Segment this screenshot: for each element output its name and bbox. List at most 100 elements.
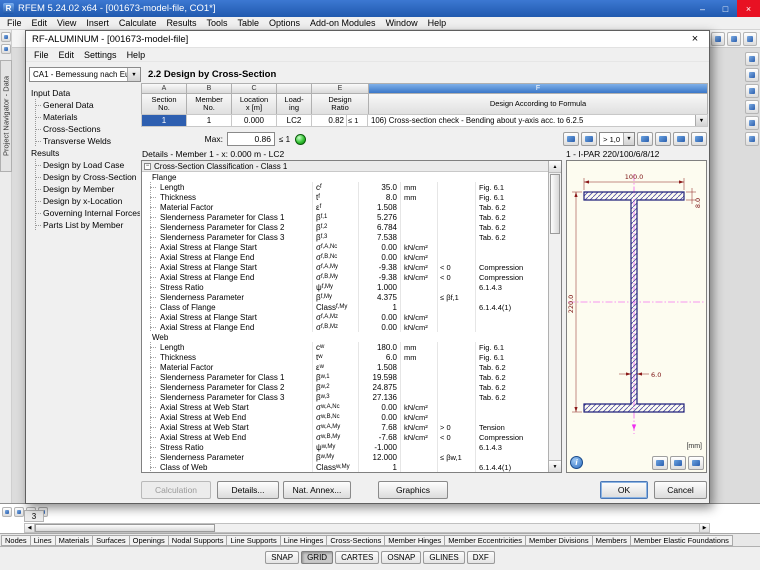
detail-row[interactable]: Class of WebClassw,My16.1.4.4(1) <box>142 462 548 472</box>
table-tab-member-divisions[interactable]: Member Divisions <box>525 535 593 546</box>
navigator-views-tab-icon[interactable] <box>1 44 11 54</box>
menu-insert[interactable]: Insert <box>81 18 114 28</box>
detail-row[interactable]: Slenderness Parameter for Class 1βf,15.2… <box>142 212 548 222</box>
pan-icon[interactable] <box>745 68 759 82</box>
cell-section-no[interactable]: 1 <box>141 114 187 127</box>
status-toggle-dxf[interactable]: DXF <box>467 551 495 564</box>
detail-row[interactable]: Slenderness Parameter for Class 2βf,26.7… <box>142 222 548 232</box>
table-tab-openings[interactable]: Openings <box>129 535 169 546</box>
design-case-select[interactable]: CA1 - Bemessung nach Eurocode ▼ <box>29 67 141 82</box>
table-row-header[interactable]: 3 <box>24 510 44 522</box>
result-colors-icon[interactable] <box>563 132 579 146</box>
section-info-button[interactable]: i <box>570 456 583 469</box>
undo-icon[interactable] <box>711 32 725 46</box>
status-toggle-snap[interactable]: SNAP <box>265 551 299 564</box>
table-tab-member-elastic-foundations[interactable]: Member Elastic Foundations <box>630 535 733 546</box>
grid-toggle-icon[interactable] <box>745 116 759 130</box>
tree-item-transverse-welds[interactable]: Transverse Welds <box>29 135 140 147</box>
menu-window[interactable]: Window <box>381 18 423 28</box>
detail-row[interactable]: Axial Stress at Web Endσw,B,My-7.68kN/cm… <box>142 432 548 442</box>
details-root-row[interactable]: −Cross-Section Classification - Class 1 <box>142 161 548 172</box>
dialog-menu-edit[interactable]: Edit <box>54 50 80 60</box>
table-tab-materials[interactable]: Materials <box>55 535 93 546</box>
scrollbar-track[interactable] <box>549 235 561 460</box>
axes-icon[interactable] <box>670 456 686 470</box>
cell-formula[interactable]: 106) Cross-section check - Bending about… <box>367 114 708 127</box>
status-toggle-glines[interactable]: GLINES <box>423 551 464 564</box>
result-table-row[interactable]: 1 1 0.000 LC2 0.82 ≤ 1 106) Cross-sectio… <box>141 114 707 127</box>
project-navigator-tab[interactable]: Project Navigator - Data <box>0 60 12 172</box>
relation-scale-icon[interactable] <box>581 132 597 146</box>
detail-row[interactable]: Axial Stress at Flange Endσf,B,My-9.38kN… <box>142 272 548 282</box>
dialog-titlebar[interactable]: RF-ALUMINUM - [001673-model-file] × <box>26 31 709 48</box>
menu-table[interactable]: Table <box>232 18 264 28</box>
detail-group-row[interactable]: Web <box>142 332 548 342</box>
detail-row[interactable]: Slenderness Parameterβw,My12.000≤ βw,1 <box>142 452 548 462</box>
tree-item-general-data[interactable]: General Data <box>29 99 140 111</box>
cell-design-ratio[interactable]: 0.82 <box>311 114 347 127</box>
threshold-select[interactable]: > 1,0▼ <box>599 132 635 146</box>
detail-row[interactable]: Material Factorεw1.508Tab. 6.2 <box>142 362 548 372</box>
dropdown-icon[interactable]: ▼ <box>127 68 140 81</box>
table-tab-members[interactable]: Members <box>592 535 631 546</box>
status-toggle-osnap[interactable]: OSNAP <box>381 551 421 564</box>
scrollbar-thumb[interactable] <box>35 524 215 532</box>
menu-edit[interactable]: Edit <box>27 18 53 28</box>
scroll-down-icon[interactable]: ▼ <box>549 460 561 472</box>
table-horizontal-scrollbar[interactable]: ◀ ▶ <box>24 523 710 533</box>
detail-group-row[interactable]: Flange <box>142 172 548 182</box>
view-3d-icon[interactable] <box>745 100 759 114</box>
close-button[interactable]: × <box>737 0 760 17</box>
scroll-right-icon[interactable]: ▶ <box>699 524 709 532</box>
tree-item-design-by-cross-section[interactable]: Design by Cross-Section <box>29 171 140 183</box>
table-first-icon[interactable] <box>2 507 12 517</box>
detail-row[interactable]: Axial Stress at Web Startσw,A,My7.68kN/c… <box>142 422 548 432</box>
table-tab-nodal-supports[interactable]: Nodal Supports <box>168 535 228 546</box>
dialog-menu-help[interactable]: Help <box>122 50 151 60</box>
detail-row[interactable]: Thicknesstf8.0mmFig. 6.1 <box>142 192 548 202</box>
table-tab-cross-sections[interactable]: Cross-Sections <box>326 535 385 546</box>
tree-item-governing-internal-forces-by-member[interactable]: Governing Internal Forces by Member <box>29 207 140 219</box>
menu-file[interactable]: File <box>2 18 27 28</box>
detail-row[interactable]: Axial Stress at Flange Startσf,A,Mz0.00k… <box>142 312 548 322</box>
navigator-data-tab-icon[interactable] <box>1 32 11 42</box>
tree-item-design-by-load-case[interactable]: Design by Load Case <box>29 159 140 171</box>
tree-item-design-by-x-location[interactable]: Design by x-Location <box>29 195 140 207</box>
status-toggle-grid[interactable]: GRID <box>301 551 333 564</box>
export-icon[interactable] <box>691 132 707 146</box>
scroll-left-icon[interactable]: ◀ <box>25 524 35 532</box>
dialog-menu-settings[interactable]: Settings <box>79 50 122 60</box>
table-tab-line-supports[interactable]: Line Supports <box>226 535 280 546</box>
collapse-icon[interactable]: − <box>144 163 151 170</box>
detail-row[interactable]: Slenderness Parameter for Class 3βf,37.5… <box>142 232 548 242</box>
tree-header-results[interactable]: Results <box>29 147 140 159</box>
menu-calculate[interactable]: Calculate <box>114 18 162 28</box>
sort-icon[interactable] <box>655 132 671 146</box>
table-prev-icon[interactable] <box>14 507 24 517</box>
scrollbar-thumb[interactable] <box>550 174 560 234</box>
detail-row[interactable]: Stress Ratioψw,My-1.0006.1.4.3 <box>142 442 548 452</box>
menu-add-on-modules[interactable]: Add-on Modules <box>305 18 381 28</box>
detail-row[interactable]: Axial Stress at Flange Endσf,B,Nc0.00kN/… <box>142 252 548 262</box>
dropdown-icon[interactable]: ▼ <box>623 133 634 145</box>
detail-row[interactable]: Axial Stress at Flange Startσf,A,My-9.38… <box>142 262 548 272</box>
detail-row[interactable]: Slenderness Parameterβf,My4.375≤ βf,1 <box>142 292 548 302</box>
menu-results[interactable]: Results <box>161 18 201 28</box>
snap-toggle-icon[interactable] <box>745 132 759 146</box>
filter-icon[interactable] <box>637 132 653 146</box>
detail-row[interactable]: Slenderness Parameter for Class 1βw,119.… <box>142 372 548 382</box>
table-tab-nodes[interactable]: Nodes <box>1 535 31 546</box>
dialog-menu-file[interactable]: File <box>29 50 54 60</box>
tree-item-cross-sections[interactable]: Cross-Sections <box>29 123 140 135</box>
detail-row[interactable]: Thicknesstw6.0mmFig. 6.1 <box>142 352 548 362</box>
table-tab-lines[interactable]: Lines <box>30 535 56 546</box>
cell-member-no[interactable]: 1 <box>186 114 232 127</box>
menu-options[interactable]: Options <box>264 18 305 28</box>
table-tab-member-hinges[interactable]: Member Hinges <box>384 535 445 546</box>
detail-row[interactable]: Class of FlangeClassf,My16.1.4.4(1) <box>142 302 548 312</box>
cell-loading[interactable]: LC2 <box>276 114 312 127</box>
detail-row[interactable]: Lengthcf35.0mmFig. 6.1 <box>142 182 548 192</box>
ok-button[interactable]: OK <box>600 481 648 499</box>
detail-row[interactable]: Material Factorεf1.508Tab. 6.2 <box>142 202 548 212</box>
detail-row[interactable]: Axial Stress at Web Endσw,B,Nc0.00kN/cm² <box>142 412 548 422</box>
